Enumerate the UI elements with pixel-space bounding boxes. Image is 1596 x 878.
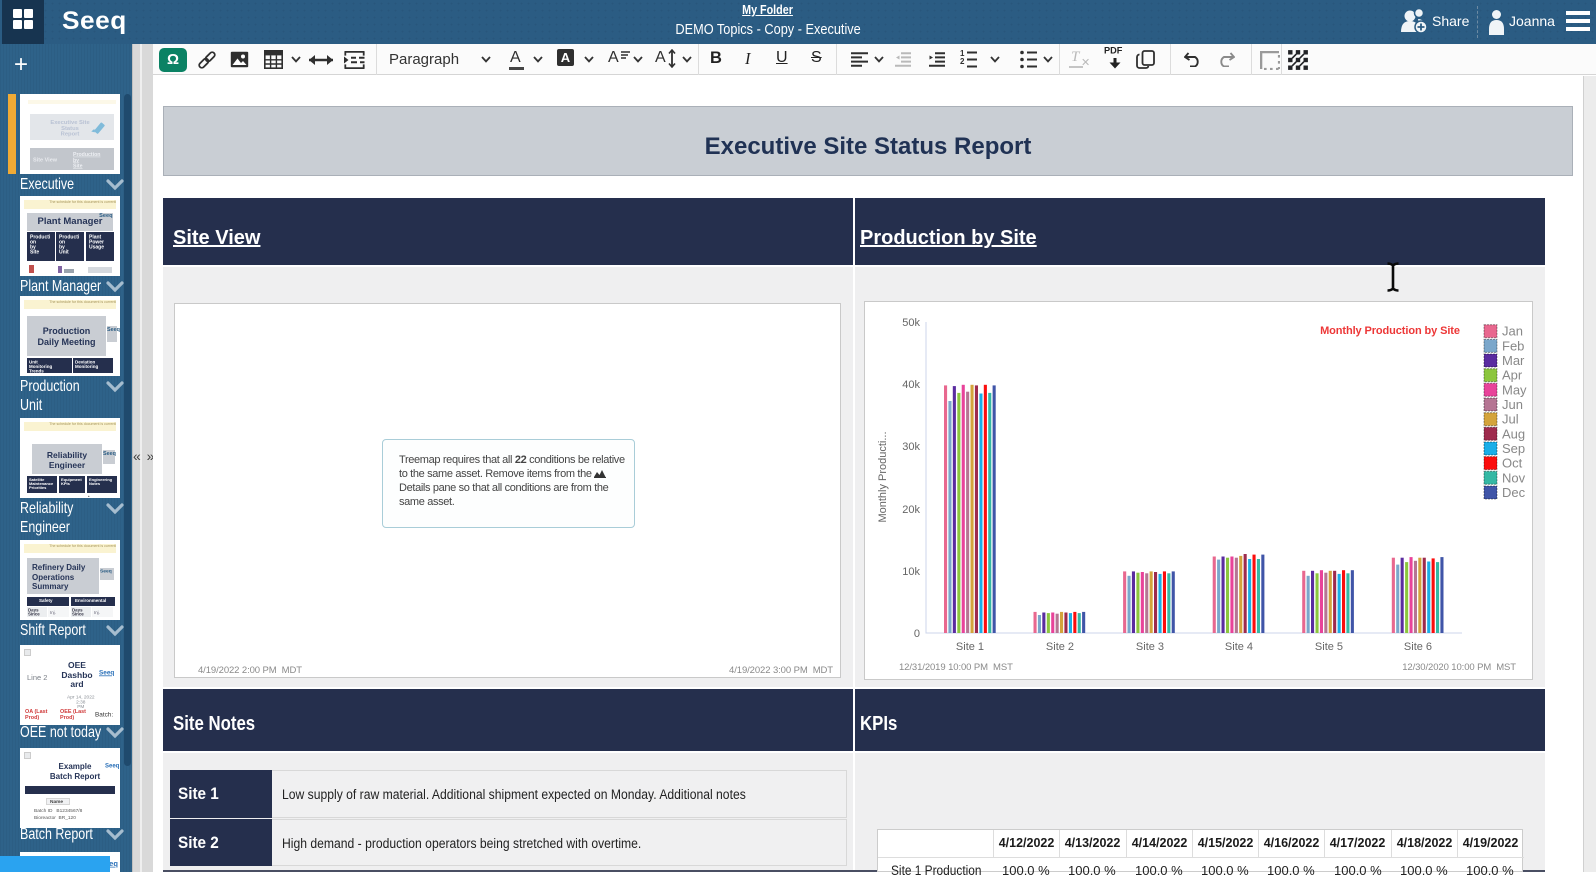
svg-text:Jul: Jul: [1502, 412, 1519, 427]
svg-text:Nov: Nov: [1502, 470, 1526, 485]
svg-text:Apr: Apr: [1502, 368, 1523, 383]
svg-text:40k: 40k: [902, 379, 920, 391]
svg-text:Site 1: Site 1: [956, 641, 984, 653]
svg-text:May: May: [1502, 382, 1527, 397]
svg-text:Oct: Oct: [1502, 456, 1523, 471]
svg-text:0: 0: [914, 628, 920, 640]
svg-text:Jan: Jan: [1502, 324, 1523, 339]
svg-text:Monthly Producti...: Monthly Producti...: [877, 431, 889, 522]
svg-text:Site 3: Site 3: [1136, 641, 1164, 653]
svg-text:Dec: Dec: [1502, 485, 1526, 500]
svg-text:Site 4: Site 4: [1225, 641, 1253, 653]
svg-text:Jun: Jun: [1502, 397, 1523, 412]
svg-text:50k: 50k: [902, 317, 920, 329]
svg-text:Site 5: Site 5: [1315, 641, 1343, 653]
svg-text:30k: 30k: [902, 441, 920, 453]
svg-text:Site 2: Site 2: [1046, 641, 1074, 653]
svg-text:2: 2: [960, 57, 965, 66]
svg-text:Mar: Mar: [1502, 353, 1525, 368]
svg-text:Monthly Production by Site: Monthly Production by Site: [1320, 325, 1460, 337]
svg-text:Sep: Sep: [1502, 441, 1525, 456]
svg-text:Feb: Feb: [1502, 338, 1524, 353]
svg-text:20k: 20k: [902, 504, 920, 516]
svg-text:Aug: Aug: [1502, 426, 1525, 441]
svg-text:Site 6: Site 6: [1404, 641, 1432, 653]
svg-text:10k: 10k: [902, 566, 920, 578]
